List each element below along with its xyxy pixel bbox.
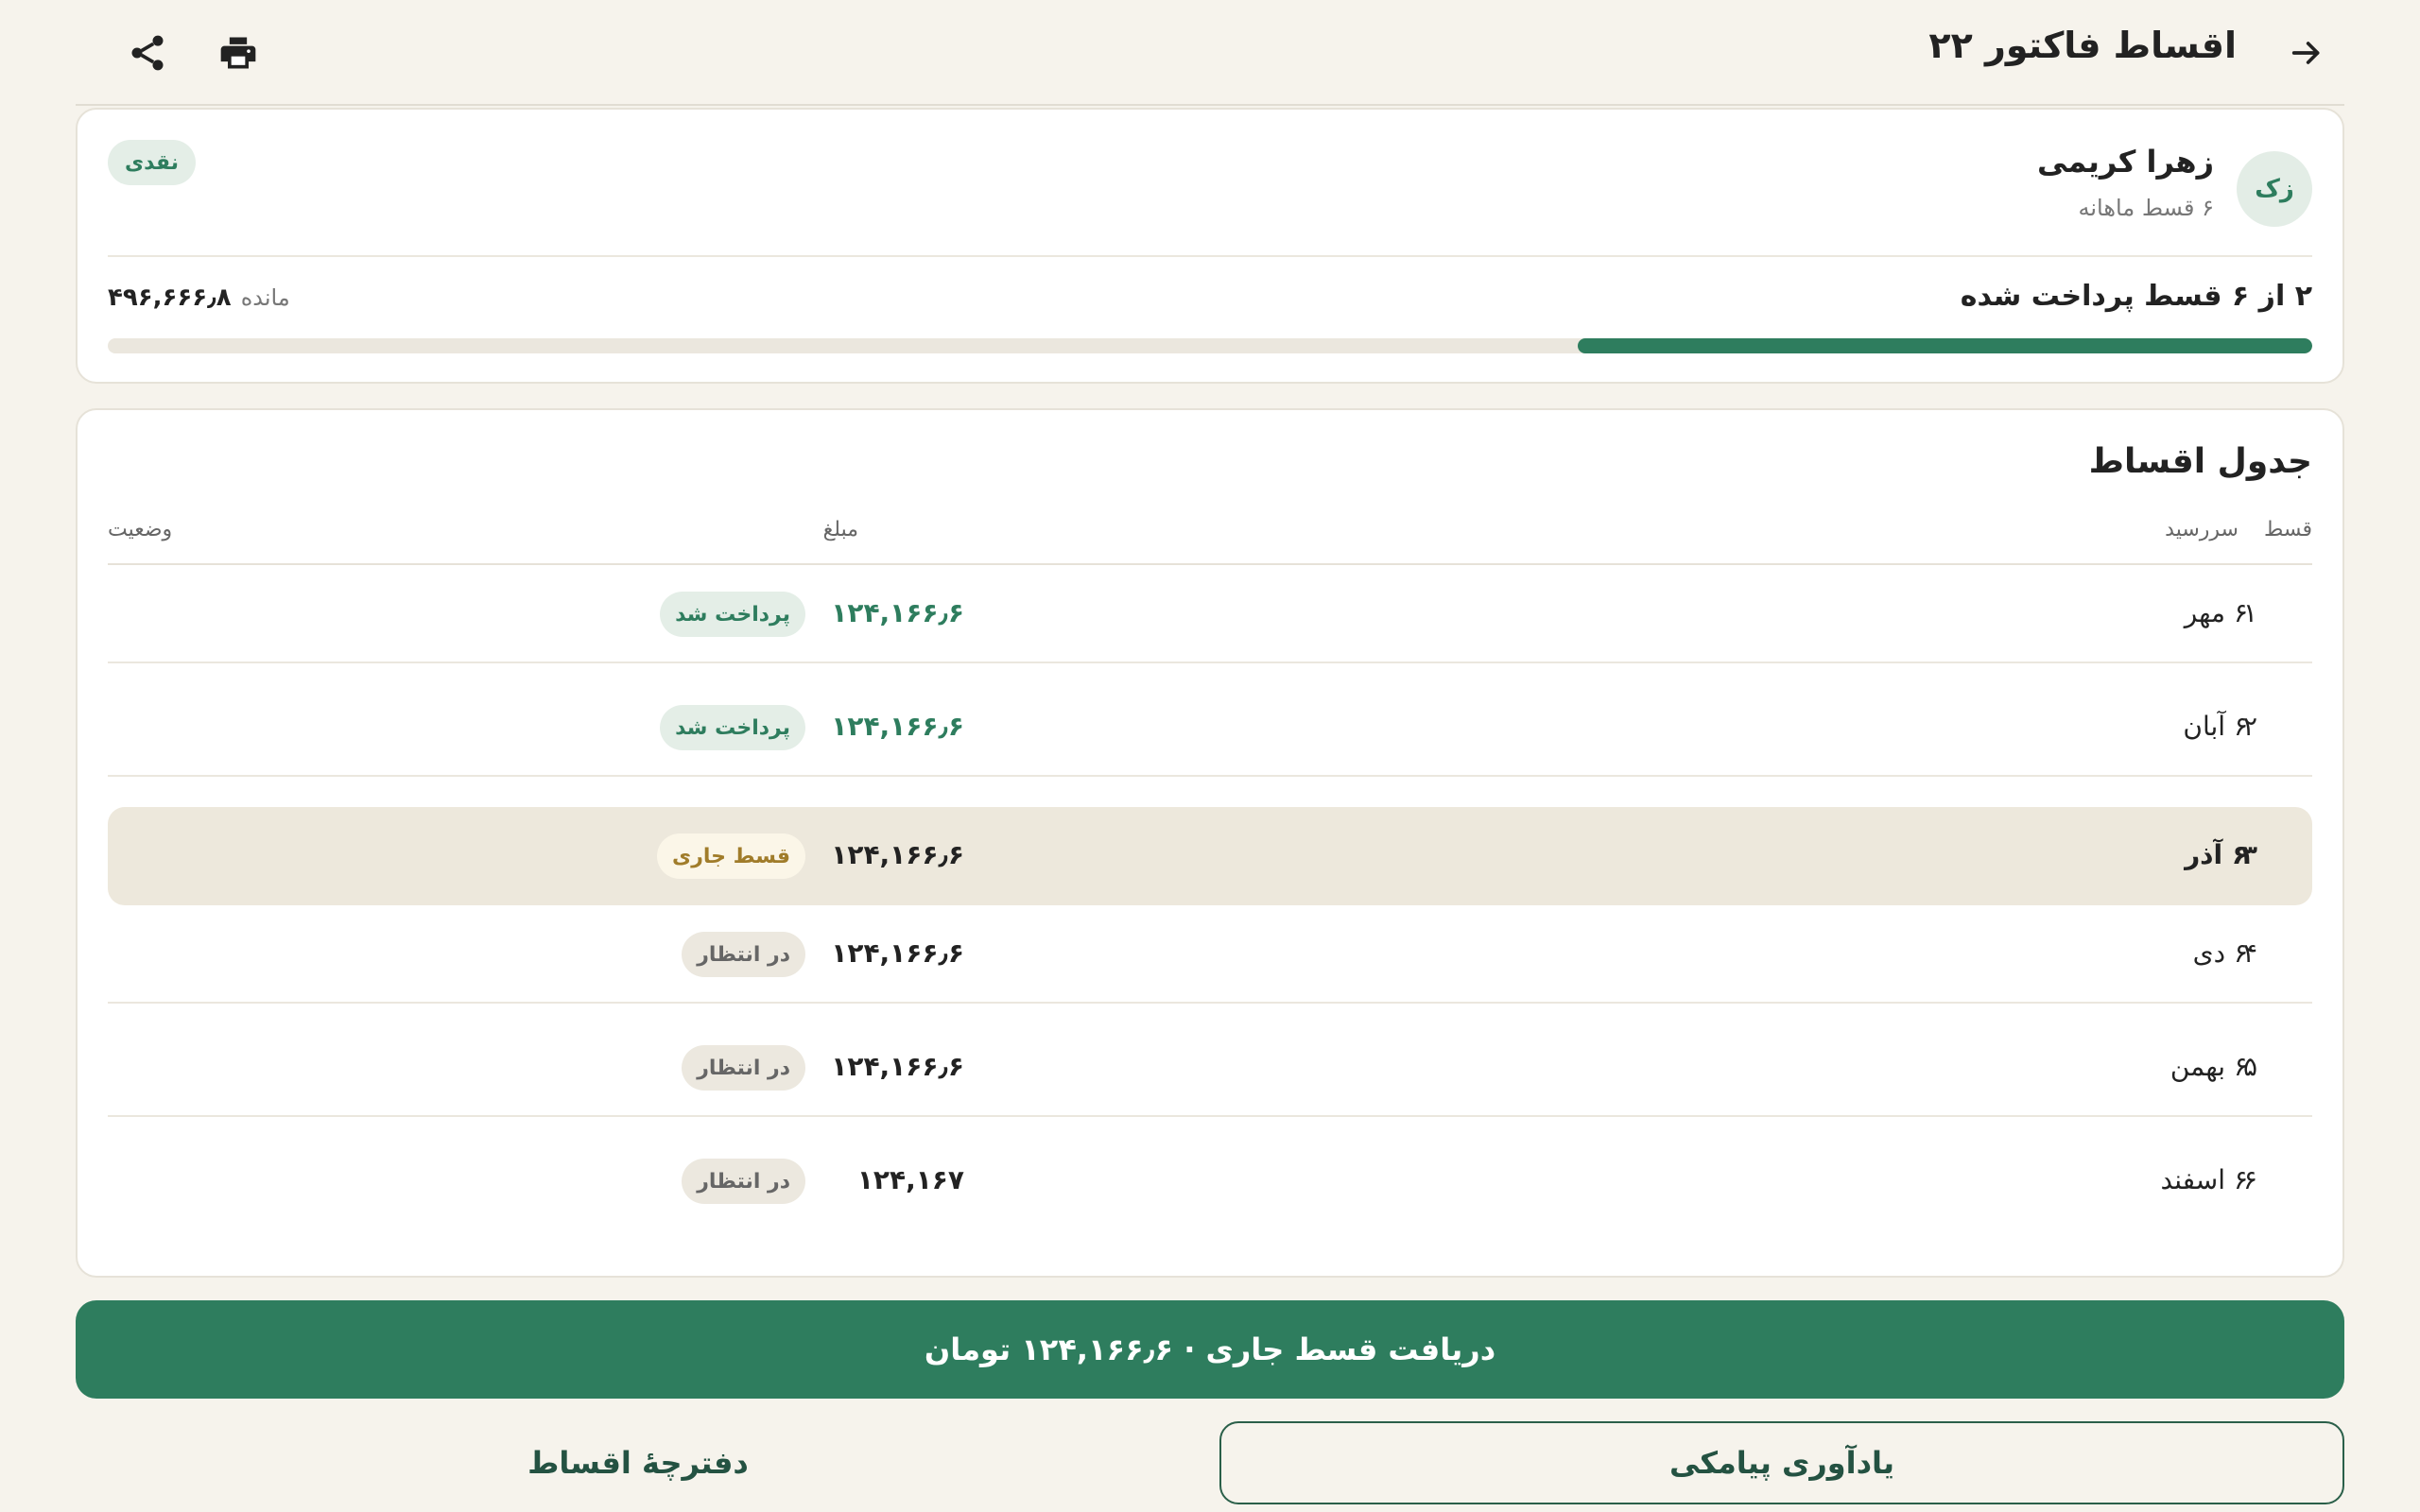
print-button[interactable] bbox=[212, 26, 265, 79]
remaining-value: ۴۹۶,۶۶۶٫۸ bbox=[108, 284, 232, 312]
print-icon bbox=[220, 37, 256, 69]
installment-amount: ۱۲۴,۱۶۶٫۶ bbox=[831, 839, 964, 870]
installment-amount: ۱۲۴,۱۶۶٫۶ bbox=[831, 597, 964, 628]
installment-amount: ۱۲۴,۱۶۶٫۶ bbox=[831, 711, 964, 742]
table-row[interactable]: ۱ ۶ مهر ۱۲۴,۱۶۶٫۶ پرداخت شد bbox=[108, 565, 2312, 663]
payment-type-badge: نقدی bbox=[108, 140, 196, 185]
column-header-due: سررسید bbox=[2165, 518, 2238, 541]
arrow-right-icon bbox=[2291, 42, 2320, 64]
paid-count: ۲ از ۶ قسط پرداخت شده bbox=[1960, 280, 2312, 313]
payment-progress-bar bbox=[108, 338, 2312, 353]
table-row[interactable]: ۴ ۶ دی ۱۲۴,۱۶۶٫۶ در انتظار bbox=[108, 905, 2312, 1004]
due-date: ۶ آذر bbox=[2185, 839, 2248, 870]
due-date: ۶ دی bbox=[2192, 937, 2248, 969]
column-header-installment: قسط bbox=[2263, 518, 2312, 541]
table-row[interactable]: ۲ ۶ آبان ۱۲۴,۱۶۶٫۶ پرداخت شد bbox=[108, 679, 2312, 777]
installment-booklet-button[interactable]: دفترچهٔ اقساط bbox=[76, 1421, 1201, 1504]
collect-current-installment-button[interactable]: دریافت قسط جاری · ۱۲۴,۱۶۶٫۶ تومان bbox=[76, 1300, 2344, 1399]
installment-amount: ۱۲۴,۱۶۷ bbox=[856, 1164, 964, 1195]
status-badge: پرداخت شد bbox=[660, 592, 805, 637]
due-date: ۶ اسفند bbox=[2160, 1164, 2249, 1195]
column-header-status: وضعیت bbox=[108, 518, 173, 541]
share-button[interactable] bbox=[121, 26, 174, 79]
installment-amount: ۱۲۴,۱۶۶٫۶ bbox=[831, 1051, 964, 1082]
due-date: ۶ بهمن bbox=[2169, 1051, 2248, 1082]
table-row[interactable]: ۶ ۶ اسفند ۱۲۴,۱۶۷ در انتظار bbox=[108, 1132, 2312, 1230]
due-date: ۶ آبان bbox=[2183, 711, 2248, 742]
remaining-label: مانده bbox=[240, 284, 290, 311]
share-icon bbox=[131, 35, 164, 71]
table-row[interactable]: ۵ ۶ بهمن ۱۲۴,۱۶۶٫۶ در انتظار bbox=[108, 1019, 2312, 1117]
status-badge: در انتظار bbox=[682, 932, 805, 977]
schedule-card: جدول اقساط قسط سررسید مبلغ وضعیت ۱ ۶ مهر… bbox=[76, 408, 2344, 1278]
status-badge: قسط جاری bbox=[657, 833, 805, 879]
avatar: زک bbox=[2237, 151, 2312, 227]
due-date: ۶ مهر bbox=[2184, 597, 2248, 628]
column-header-amount: مبلغ bbox=[822, 518, 858, 541]
installment-plan: ۶ قسط ماهانه bbox=[2078, 195, 2215, 221]
status-badge: در انتظار bbox=[682, 1159, 805, 1204]
installments-page: اقساط فاکتور ۲۲ زک زهرا کریمی ۶ قسط ماها… bbox=[0, 0, 2420, 1512]
top-bar: اقساط فاکتور ۲۲ bbox=[76, 0, 2344, 106]
sms-reminder-button[interactable]: یادآوری پیامکی bbox=[1219, 1421, 2344, 1504]
back-button[interactable] bbox=[2280, 26, 2333, 79]
progress-fill bbox=[1577, 338, 2312, 353]
divider bbox=[108, 255, 2312, 257]
page-title: اقساط فاکتور ۲۲ bbox=[1928, 25, 2237, 66]
summary-card: زک زهرا کریمی ۶ قسط ماهانه نقدی ۲ از ۶ ق… bbox=[76, 108, 2344, 384]
schedule-title: جدول اقساط bbox=[2088, 442, 2312, 481]
status-badge: در انتظار bbox=[682, 1045, 805, 1091]
remaining-amount: مانده ۴۹۶,۶۶۶٫۸ bbox=[108, 284, 290, 312]
customer-name: زهرا کریمی bbox=[2037, 144, 2214, 180]
status-badge: پرداخت شد bbox=[660, 705, 805, 750]
table-row-current[interactable]: ۳ ۶ آذر ۱۲۴,۱۶۶٫۶ قسط جاری bbox=[108, 807, 2312, 905]
installment-amount: ۱۲۴,۱۶۶٫۶ bbox=[831, 937, 964, 969]
